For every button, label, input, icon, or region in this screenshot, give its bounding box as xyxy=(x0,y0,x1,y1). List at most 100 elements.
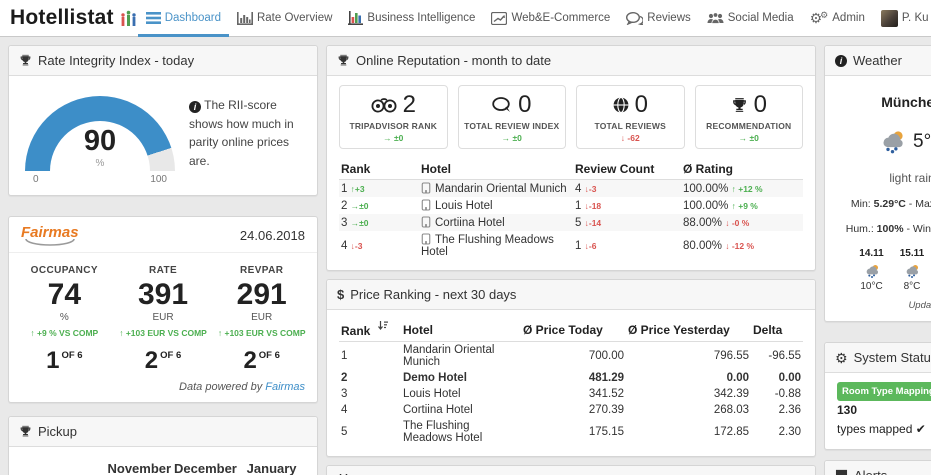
alerts-card: Alerts Title Date No data available in t… xyxy=(824,459,931,475)
pickup-card: Pickup November December January PICKUP xyxy=(8,415,318,475)
nav-social-media[interactable]: Social Media xyxy=(699,0,802,36)
nav-dashboard[interactable]: Dashboard xyxy=(137,0,230,37)
price-ranking-card: $ Price Ranking - next 30 days Rank Hote… xyxy=(326,279,816,457)
card-title: Alerts xyxy=(854,468,887,475)
nav-label: Admin xyxy=(832,12,865,24)
gears-icon: ⚙ ⚙ xyxy=(809,10,829,26)
rate-integrity-card: Rate Integrity Index - today 90 % 0 100 xyxy=(8,45,318,196)
top-navbar: Hotellistat Dashboard Rate Overview Busi… xyxy=(0,0,931,37)
people-icon xyxy=(707,11,724,25)
fairmas-card: Fairmas 24.06.2018 OCCUPANCY 74 % +9 % V… xyxy=(8,216,318,403)
col-price-today[interactable]: Ø Price Today xyxy=(521,318,626,342)
trophy-icon xyxy=(337,54,350,67)
nav-web-ecommerce[interactable]: Web&E-Commerce xyxy=(483,0,618,36)
col-rating: Ø Rating xyxy=(681,159,803,180)
weather-condition: light rain xyxy=(889,171,931,185)
content-area: Rate Integrity Index - today 90 % 0 100 xyxy=(0,37,931,475)
pickup-col-january: January xyxy=(246,460,297,475)
reputation-stat-boxes: 2 TRIPADVISOR RANK ±0 0 TOTAL REVIEW IND… xyxy=(327,76,815,157)
reputation-row: 2 ±0 Louis Hotel 1 -18 100.00% +9 % xyxy=(339,197,803,214)
rate-calendar-card: Rate Calendar November 2018 < > Mon Tue xyxy=(326,465,816,475)
dashboard-screen: Hotellistat Dashboard Rate Overview Busi… xyxy=(0,0,931,475)
weather-header: i Weather xyxy=(825,46,931,76)
col-rank: Rank xyxy=(339,159,419,180)
alerts-header: Alerts xyxy=(825,460,931,475)
hotel-icon xyxy=(421,216,431,228)
review-bubble-icon xyxy=(492,97,512,113)
col-delta[interactable]: Delta xyxy=(751,318,803,342)
reputation-row: 3 ±0 Cortiina Hotel 5 -14 88.00% -0 % xyxy=(339,214,803,231)
hamburger-icon xyxy=(145,12,161,24)
right-arrow-icon xyxy=(739,133,748,143)
bi-chart-icon xyxy=(348,11,364,25)
nav-user[interactable]: P. Ku xyxy=(873,0,931,36)
info-icon: i xyxy=(189,101,201,113)
col-review-count: Review Count xyxy=(573,159,681,180)
nav-label: Rate Overview xyxy=(256,12,333,24)
weather-minmax: Min: 5.29°C - Max: 7.85°C xyxy=(850,198,931,210)
nav-business-intelligence[interactable]: Business Intelligence xyxy=(340,0,483,36)
down-arrow-icon xyxy=(725,241,729,251)
forecast-day: 15.11 8°C xyxy=(899,248,925,292)
fairmas-link[interactable]: Fairmas xyxy=(265,381,305,393)
system-status-card: ⚙ System Status Room Type Mapping 130 of… xyxy=(824,342,931,450)
weather-forecast: 14.11 10°C 15.11 8°C 16.11 6°C xyxy=(833,248,931,292)
brand[interactable]: Hotellistat xyxy=(10,6,138,30)
up-arrow-icon xyxy=(732,184,736,194)
col-hotel[interactable]: Hotel xyxy=(401,318,521,342)
price-row: 3 Louis Hotel 341.52 342.39 -0.88 xyxy=(341,388,801,400)
room-type-mapping-badge: Room Type Mapping xyxy=(837,382,931,402)
dollar-icon: $ xyxy=(337,287,345,302)
nav-label: Business Intelligence xyxy=(367,12,476,24)
rain-cloud-icon xyxy=(879,128,906,155)
stat-recommendation: 0 RECOMMENDATION ±0 xyxy=(694,85,803,149)
right-arrow-icon xyxy=(502,133,511,143)
weather-updated: Updated: xyxy=(908,300,931,311)
rain-cloud-icon xyxy=(900,263,924,279)
bar-chart-icon xyxy=(236,11,253,25)
reputation-row: 4 -3 The Flushing Meadows Hotel 1 -6 80.… xyxy=(339,231,803,260)
pickup-header: Pickup xyxy=(9,416,317,447)
nav-label: Dashboard xyxy=(164,12,221,24)
hotel-icon xyxy=(421,182,431,194)
down-arrow-icon xyxy=(725,218,729,228)
pickup-col-november: November xyxy=(107,460,172,475)
nav-label: Reviews xyxy=(647,12,691,24)
card-title: System Status xyxy=(853,350,931,365)
gauge-max-label: 100 xyxy=(150,174,167,185)
trophy-icon xyxy=(19,425,32,438)
sort-icon[interactable] xyxy=(378,321,389,331)
col-hotel: Hotel xyxy=(419,159,573,180)
globe-icon xyxy=(613,97,629,113)
system-status-body: Room Type Mapping 130 of 130 types mappe… xyxy=(825,373,931,449)
fairmas-footer: Data powered by Fairmas xyxy=(179,380,305,393)
system-status-header: ⚙ System Status xyxy=(825,343,931,373)
card-title: Online Reputation - month to date xyxy=(356,53,552,68)
nav-admin[interactable]: ⚙ ⚙ Admin xyxy=(802,0,873,36)
card-title: Weather xyxy=(853,53,902,68)
brand-name: Hotellistat xyxy=(10,6,114,29)
fairmas-stat-revpar: REVPAR 291 EUR +103 EUR VS COMP 2OF 6 xyxy=(212,265,311,375)
nav-reviews[interactable]: Reviews xyxy=(618,0,698,36)
user-avatar xyxy=(880,9,898,27)
line-chart-icon xyxy=(491,11,508,25)
hotellistat-logo-icon xyxy=(119,10,138,27)
info-icon: i xyxy=(835,54,847,67)
rain-cloud-icon xyxy=(859,263,883,279)
price-row-own-hotel: 2 Demo Hotel 481.29 0.00 0.00 xyxy=(341,372,801,384)
right-arrow-icon xyxy=(351,218,360,228)
price-row: 1 Mandarin Oriental Munich 700.00 796.55 -9… xyxy=(341,344,801,368)
col-rank[interactable]: Rank xyxy=(339,318,401,342)
rii-info-label: The RII-score shows how much in parity o… xyxy=(189,98,294,168)
up-arrow-icon xyxy=(30,328,34,338)
speech-bubbles-icon xyxy=(626,11,644,25)
col-price-yesterday[interactable]: Ø Price Yesterday xyxy=(626,318,751,342)
card-title: Price Ranking - next 30 days xyxy=(350,287,517,302)
stat-total-reviews: 0 TOTAL REVIEWS -62 xyxy=(576,85,685,149)
nav-label: Web&E-Commerce xyxy=(511,12,611,24)
rii-info-text: i The RII-score shows how much in parity… xyxy=(189,90,307,185)
gauge-min-label: 0 xyxy=(33,174,39,185)
nav-rate-overview[interactable]: Rate Overview xyxy=(229,0,340,36)
right-arrow-icon xyxy=(383,133,392,143)
gear-icon: ⚙ xyxy=(835,349,848,366)
